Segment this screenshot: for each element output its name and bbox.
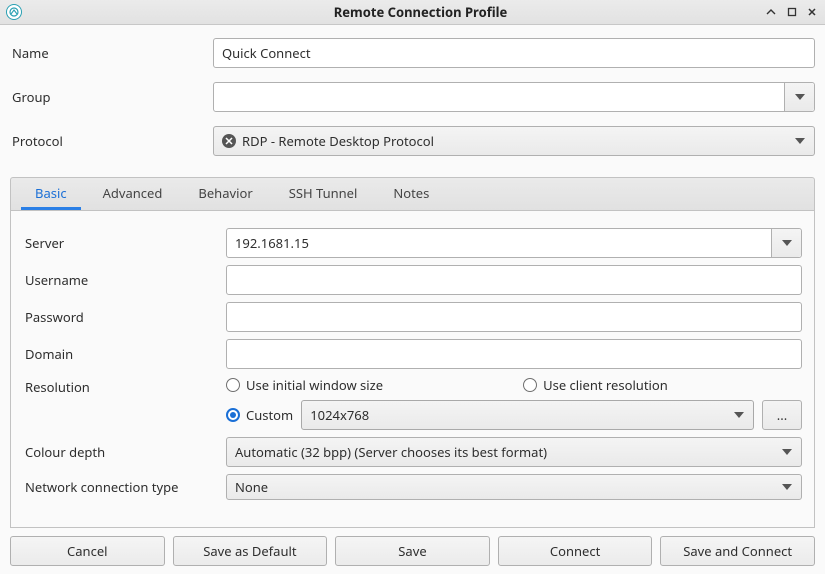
protocol-combo[interactable]: RDP - Remote Desktop Protocol [213,126,815,156]
username-label: Username [23,271,218,289]
resolution-custom-option[interactable]: Custom [226,406,293,424]
action-bar: Cancel Save as Default Save Connect Save… [10,528,815,566]
resolution-label: Resolution [23,376,218,396]
resolution-initial-label: Use initial window size [246,376,383,394]
save-default-button[interactable]: Save as Default [173,536,328,566]
rollup-icon[interactable] [765,6,777,18]
password-label: Password [23,308,218,326]
tab-basic[interactable]: Basic [21,178,81,210]
tab-behavior[interactable]: Behavior [184,178,266,210]
name-input[interactable] [213,38,815,68]
tab-ssh-tunnel[interactable]: SSH Tunnel [275,178,372,210]
chevron-down-icon[interactable] [773,438,801,466]
window-title: Remote Connection Profile [22,3,819,21]
group-label: Group [10,88,205,106]
username-input[interactable] [226,265,802,295]
server-value[interactable]: 192.1681.15 [227,229,771,257]
password-input[interactable] [226,302,802,332]
chevron-down-icon[interactable] [784,83,814,111]
colour-depth-value: Automatic (32 bpp) (Server chooses its b… [235,443,547,461]
tab-advanced[interactable]: Advanced [89,178,177,210]
cancel-button[interactable]: Cancel [10,536,165,566]
radio-checked-icon[interactable] [226,408,240,422]
connect-label: Connect [550,542,600,560]
resolution-client-label: Use client resolution [543,376,668,394]
network-type-value: None [235,478,268,496]
domain-input[interactable] [226,339,802,369]
close-icon[interactable] [807,7,817,17]
save-connect-button[interactable]: Save and Connect [660,536,815,566]
tabbar: Basic Advanced Behavior SSH Tunnel Notes [10,177,815,211]
more-label: ... [777,406,787,424]
rdp-protocol-icon [222,134,236,148]
chevron-down-icon[interactable] [725,401,753,429]
resolution-custom-combo[interactable]: 1024x768 [301,400,754,430]
app-icon [6,4,22,20]
tab-notes[interactable]: Notes [379,178,443,210]
cancel-label: Cancel [67,542,107,560]
chevron-down-icon[interactable] [771,229,801,257]
network-type-combo[interactable]: None [226,474,802,500]
group-combo[interactable] [213,82,815,112]
colour-depth-label: Colour depth [23,443,218,461]
save-button[interactable]: Save [335,536,490,566]
resolution-custom-label: Custom [246,406,293,424]
protocol-label: Protocol [10,132,205,150]
network-type-label: Network connection type [23,478,218,496]
resolution-initial-option[interactable]: Use initial window size [226,376,383,394]
group-value[interactable] [214,83,784,111]
colour-depth-combo[interactable]: Automatic (32 bpp) (Server chooses its b… [226,437,802,467]
save-connect-label: Save and Connect [683,542,792,560]
resolution-client-option[interactable]: Use client resolution [523,376,668,394]
domain-label: Domain [23,345,218,363]
name-label: Name [10,44,205,62]
dialog-body: Name Group Protocol RDP - Remote Desktop… [0,25,825,574]
radio-icon[interactable] [523,378,537,392]
protocol-value: RDP - Remote Desktop Protocol [242,132,434,150]
server-label: Server [23,234,218,252]
maximize-icon[interactable] [787,7,797,17]
server-combo[interactable]: 192.1681.15 [226,228,802,258]
tab-content-basic: Server 192.1681.15 Username Password Dom… [10,211,815,528]
resolution-custom-value: 1024x768 [310,406,369,424]
chevron-down-icon[interactable] [773,475,801,499]
chevron-down-icon[interactable] [786,127,814,155]
save-label: Save [398,542,426,560]
titlebar: Remote Connection Profile [0,0,825,25]
radio-icon[interactable] [226,378,240,392]
connect-button[interactable]: Connect [498,536,653,566]
save-default-label: Save as Default [203,542,296,560]
resolution-more-button[interactable]: ... [762,400,802,430]
